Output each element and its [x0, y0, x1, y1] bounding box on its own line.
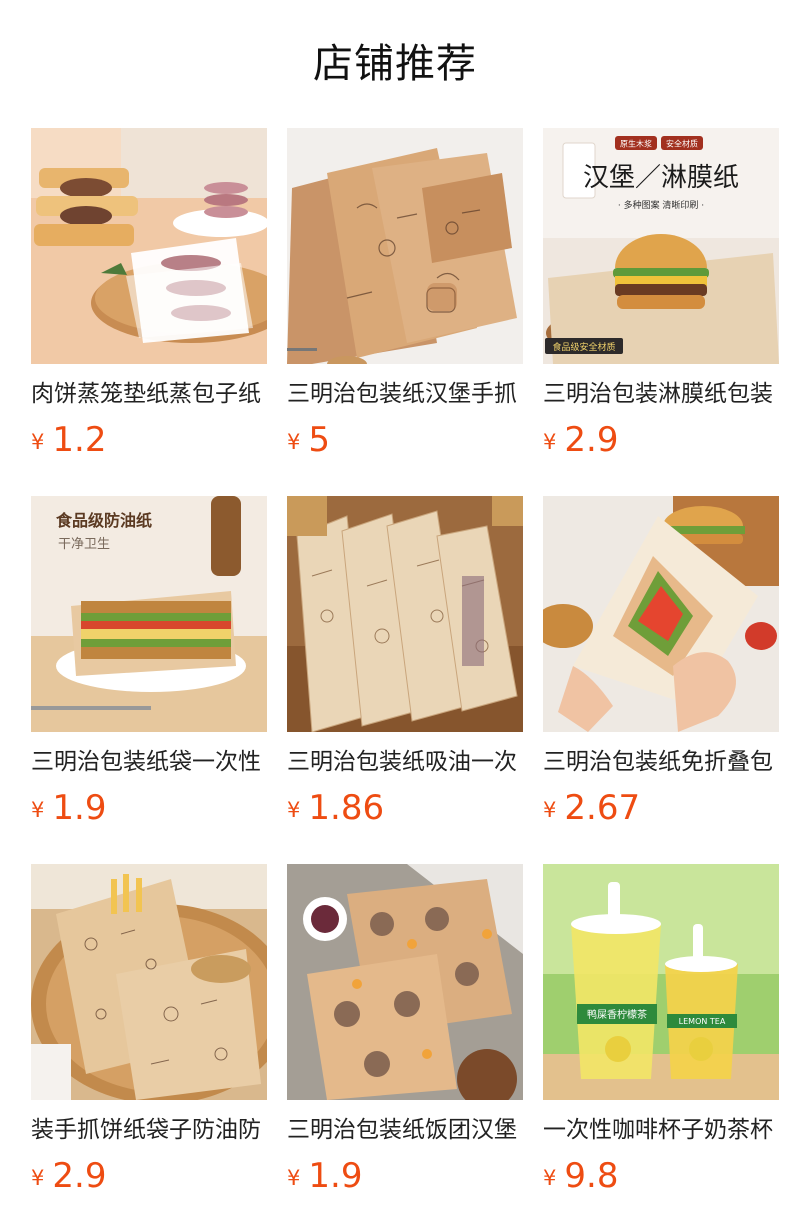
product-name[interactable]: 一次性咖啡杯子奶茶杯 — [543, 1114, 779, 1146]
price-value: 9.8 — [564, 1156, 619, 1196]
product-name[interactable]: 三明治包装纸吸油一次 — [287, 746, 523, 778]
currency-symbol: ¥ — [543, 798, 557, 822]
product-name[interactable]: 肉饼蒸笼垫纸蒸包子纸 — [31, 378, 267, 410]
product-card[interactable]: 原生木浆 安全材质 汉堡／淋膜纸 · 多种图案 清晰印刷 · 食品级安全材质 三… — [543, 128, 779, 468]
product-card[interactable]: 装手抓饼纸袋子防油防 ¥2.9 — [31, 864, 267, 1204]
kraft-sandwich-paper-image[interactable] — [287, 128, 523, 364]
currency-symbol: ¥ — [543, 1166, 557, 1190]
product-card[interactable]: 三明治包装纸饭团汉堡 ¥1.9 — [287, 864, 523, 1204]
cup-label: 鸭屎香柠檬茶 — [587, 1008, 647, 1021]
image-subline: · 多种图案 清晰印刷 · — [618, 199, 704, 211]
product-name[interactable]: 三明治包装纸袋一次性 — [31, 746, 267, 778]
sandwich-oil-proof-paper-image[interactable]: 食品级防油纸 干净卫生 — [31, 496, 267, 732]
product-name[interactable]: 三明治包装纸汉堡手抓 — [287, 378, 523, 410]
currency-symbol: ¥ — [31, 1166, 45, 1190]
price-value: 1.9 — [52, 788, 107, 828]
product-name[interactable]: 三明治包装纸饭团汉堡 — [287, 1114, 523, 1146]
product-name[interactable]: 三明治包装纸免折叠包 — [543, 746, 779, 778]
product-card[interactable]: 三明治包装纸吸油一次 ¥1.86 — [287, 496, 523, 836]
hand-held-sandwich-image[interactable] — [543, 496, 779, 732]
image-headline: 汉堡／淋膜纸 — [583, 163, 739, 193]
product-price: ¥2.67 — [543, 786, 779, 836]
product-price: ¥5 — [287, 418, 523, 468]
image-headline: 食品级防油纸 — [55, 511, 152, 530]
price-value: 1.2 — [52, 420, 107, 460]
price-value: 2.9 — [52, 1156, 107, 1196]
product-price: ¥2.9 — [31, 1154, 267, 1204]
price-value: 1.86 — [308, 788, 385, 828]
product-card[interactable]: 鸭屎香柠檬茶 LEMON TEA 一次性咖啡杯子奶茶杯 ¥9.8 — [543, 864, 779, 1204]
pancake-paper-bag-image[interactable] — [31, 864, 267, 1100]
rolled-sandwich-paper-image[interactable] — [287, 496, 523, 732]
currency-symbol: ¥ — [287, 798, 301, 822]
burger-patty-paper-image[interactable] — [31, 128, 267, 364]
currency-symbol: ¥ — [31, 798, 45, 822]
page-title: 店铺推荐 — [313, 41, 477, 87]
product-card[interactable]: 三明治包装纸免折叠包 ¥2.67 — [543, 496, 779, 836]
price-value: 2.9 — [564, 420, 619, 460]
badge-text: 安全材质 — [666, 139, 698, 149]
badge-text: 原生木浆 — [620, 139, 652, 149]
milk-tea-cup-image[interactable]: 鸭屎香柠檬茶 LEMON TEA — [543, 864, 779, 1100]
product-card[interactable]: 食品级防油纸 干净卫生 三明治包装纸袋一次性 ¥1.9 — [31, 496, 267, 836]
product-price: ¥1.9 — [287, 1154, 523, 1204]
product-name[interactable]: 三明治包装淋膜纸包装 — [543, 378, 779, 410]
product-card[interactable]: 三明治包装纸汉堡手抓 ¥5 — [287, 128, 523, 468]
product-price: ¥9.8 — [543, 1154, 779, 1204]
product-price: ¥1.2 — [31, 418, 267, 468]
product-price: ¥1.86 — [287, 786, 523, 836]
cup-label-2: LEMON TEA — [679, 1017, 726, 1026]
product-card[interactable]: 肉饼蒸笼垫纸蒸包子纸 ¥1.2 — [31, 128, 267, 468]
bear-print-paper-image[interactable] — [287, 864, 523, 1100]
price-value: 1.9 — [308, 1156, 363, 1196]
price-value: 2.67 — [564, 788, 641, 828]
product-price: ¥1.9 — [31, 786, 267, 836]
currency-symbol: ¥ — [287, 1166, 301, 1190]
product-name[interactable]: 装手抓饼纸袋子防油防 — [31, 1114, 267, 1146]
burger-wrap-paper-image[interactable]: 原生木浆 安全材质 汉堡／淋膜纸 · 多种图案 清晰印刷 · 食品级安全材质 — [543, 128, 779, 364]
corner-label: 食品级安全材质 — [552, 341, 615, 353]
currency-symbol: ¥ — [31, 430, 45, 454]
currency-symbol: ¥ — [287, 430, 301, 454]
image-subline: 干净卫生 — [58, 537, 110, 552]
product-price: ¥2.9 — [543, 418, 779, 468]
price-value: 5 — [308, 420, 331, 460]
currency-symbol: ¥ — [543, 430, 557, 454]
